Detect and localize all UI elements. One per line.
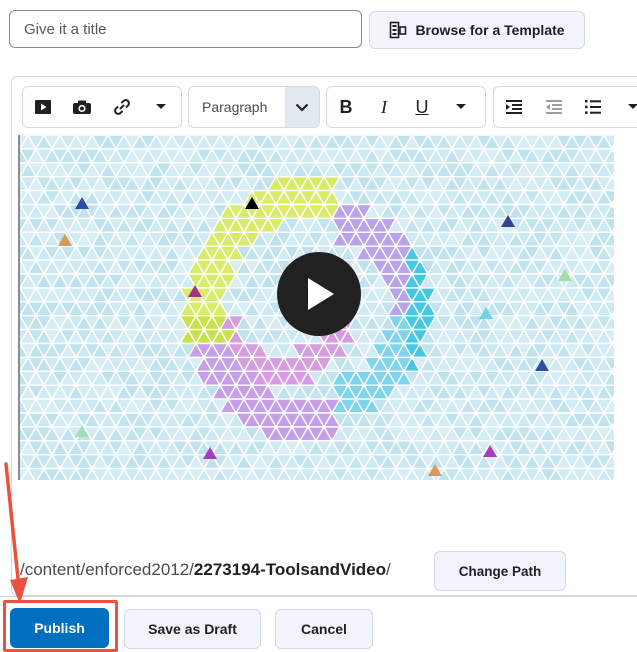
bold-button[interactable]: B <box>327 87 365 127</box>
underline-button[interactable]: U <box>403 87 441 127</box>
chevron-down-icon <box>628 104 637 109</box>
path-suffix: / <box>386 560 391 579</box>
insert-link-button[interactable] <box>102 87 142 127</box>
outdent-button[interactable] <box>534 87 574 127</box>
cancel-button[interactable]: Cancel <box>275 609 373 649</box>
format-select-value: Paragraph <box>202 99 268 115</box>
change-path-button[interactable]: Change Path <box>434 551 566 591</box>
bold-label: B <box>339 96 353 117</box>
publish-button[interactable]: Publish <box>10 608 109 648</box>
bullet-list-button[interactable] <box>574 87 614 127</box>
template-icon <box>390 21 407 39</box>
editor-toolbar: Paragraph B I U <box>22 86 637 128</box>
save-draft-label: Save as Draft <box>148 621 237 637</box>
indent-button[interactable] <box>494 87 534 127</box>
chevron-down-icon <box>156 104 167 109</box>
video-play-button[interactable] <box>277 252 361 336</box>
bullet-list-icon <box>585 100 602 114</box>
path-folder: 2273194-ToolsandVideo <box>193 560 387 579</box>
italic-label: I <box>381 96 387 117</box>
path-prefix: /content/enforced2012/ <box>20 560 194 579</box>
insert-stuff-icon <box>34 100 51 114</box>
publish-label: Publish <box>34 620 85 636</box>
cancel-label: Cancel <box>301 621 347 637</box>
indent-icon <box>505 100 522 114</box>
change-path-label: Change Path <box>458 563 542 579</box>
browse-template-label: Browse for a Template <box>415 22 565 38</box>
editor-content-area[interactable] <box>18 135 614 480</box>
more-insert-button[interactable] <box>142 87 182 127</box>
browse-template-button[interactable]: Browse for a Template <box>369 11 585 49</box>
format-select[interactable]: Paragraph <box>188 86 320 128</box>
more-paragraph-button[interactable] <box>613 87 637 127</box>
italic-button[interactable]: I <box>365 87 403 127</box>
chevron-down-icon <box>295 103 309 112</box>
paragraph-group <box>493 86 637 128</box>
underline-label: U <box>415 96 429 117</box>
camera-icon <box>73 100 92 114</box>
content-path: /content/enforced2012/2273194-ToolsandVi… <box>20 560 391 580</box>
link-icon <box>113 99 130 115</box>
save-draft-button[interactable]: Save as Draft <box>124 609 261 649</box>
more-format-button[interactable] <box>441 87 481 127</box>
outdent-icon <box>545 100 562 114</box>
insert-image-button[interactable] <box>63 87 103 127</box>
footer-divider <box>0 596 637 597</box>
insert-group <box>22 86 182 128</box>
play-icon <box>308 278 334 310</box>
title-input[interactable] <box>9 10 362 48</box>
insert-stuff-button[interactable] <box>23 87 63 127</box>
text-style-group: B I U <box>326 86 486 128</box>
chevron-down-icon <box>456 104 466 109</box>
